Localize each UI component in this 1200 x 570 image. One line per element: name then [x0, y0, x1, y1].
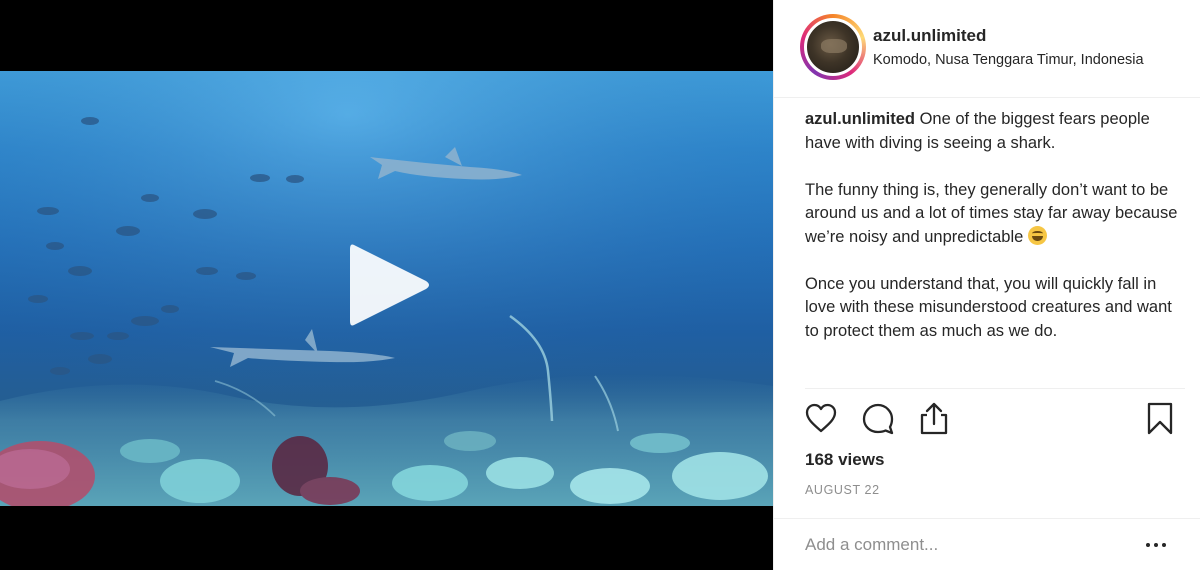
share-icon: [920, 402, 948, 435]
comment-icon: [862, 403, 894, 435]
username-link[interactable]: azul.unlimited: [873, 26, 986, 46]
like-button[interactable]: [803, 400, 839, 436]
avatar-story-ring[interactable]: [800, 14, 866, 80]
location-link[interactable]: Komodo, Nusa Tenggara Timur, Indonesia: [873, 52, 1144, 68]
caption-paragraph: The funny thing is, they generally don’t…: [805, 179, 1185, 250]
tears-of-joy-emoji-icon: [1027, 225, 1047, 245]
bookmark-icon: [1147, 402, 1173, 435]
play-button[interactable]: [348, 241, 432, 329]
heart-icon: [805, 403, 837, 433]
caption-text-3: Once you understand that, you will quick…: [805, 274, 1172, 340]
save-button[interactable]: [1142, 400, 1178, 436]
caption: azul.unlimited One of the biggest fears …: [805, 108, 1185, 343]
post-details-panel: azul.unlimited Komodo, Nusa Tenggara Tim…: [773, 0, 1200, 570]
avatar[interactable]: [804, 18, 862, 76]
caption-text-2: The funny thing is, they generally don’t…: [805, 180, 1178, 246]
caption-paragraph: Once you understand that, you will quick…: [805, 273, 1185, 344]
share-button[interactable]: [916, 400, 952, 436]
more-options-button[interactable]: [1146, 543, 1166, 549]
more-options-icon: [1146, 543, 1150, 547]
view-count[interactable]: 168 views: [805, 450, 884, 470]
video-frame[interactable]: [0, 71, 773, 506]
instagram-post: azul.unlimited Komodo, Nusa Tenggara Tim…: [0, 0, 1200, 570]
action-bar: [774, 400, 1200, 440]
comment-input[interactable]: [805, 533, 1125, 557]
more-options-icon: [1154, 543, 1158, 547]
comment-bar: [774, 518, 1200, 570]
caption-paragraph: azul.unlimited One of the biggest fears …: [805, 108, 1185, 155]
video-player[interactable]: [0, 0, 773, 570]
post-header: azul.unlimited Komodo, Nusa Tenggara Tim…: [774, 0, 1200, 98]
comment-button[interactable]: [860, 400, 896, 436]
post-date[interactable]: AUGUST 22: [805, 483, 880, 497]
more-options-icon: [1162, 543, 1166, 547]
divider: [805, 388, 1185, 389]
play-icon: [350, 244, 429, 326]
caption-username-link[interactable]: azul.unlimited: [805, 110, 915, 128]
